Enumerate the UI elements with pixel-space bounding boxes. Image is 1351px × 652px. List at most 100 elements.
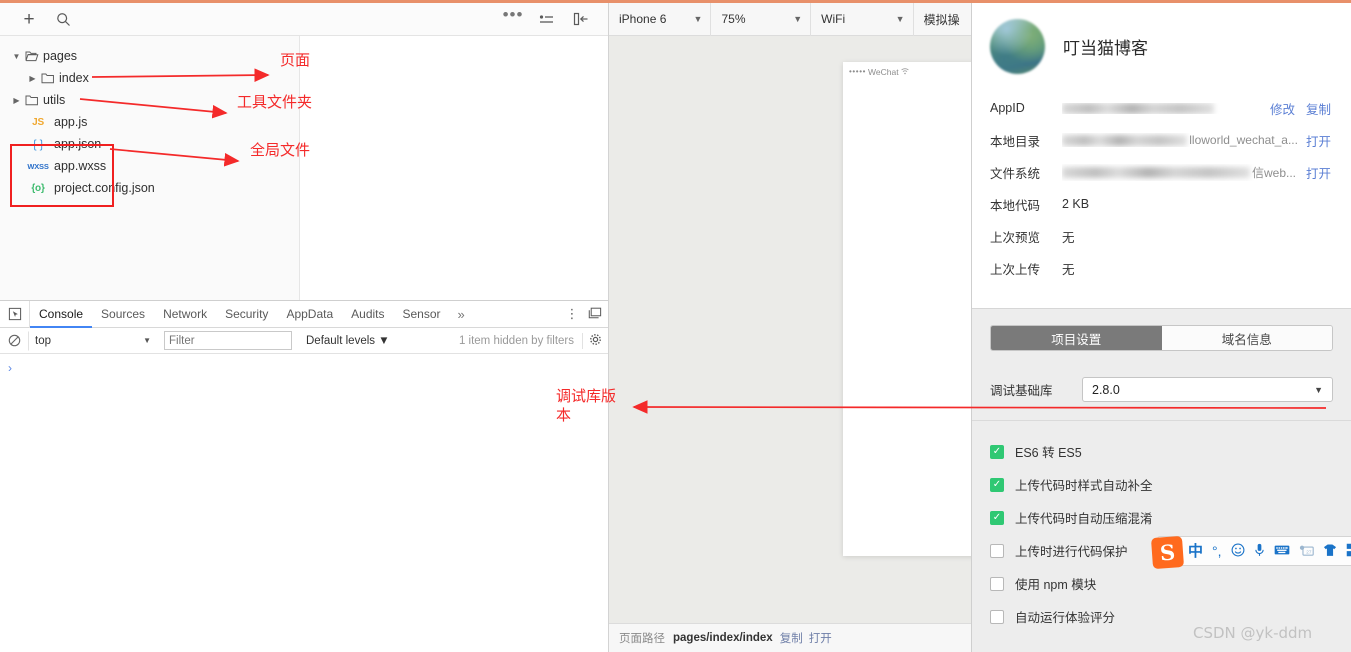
device-select[interactable]: iPhone 6 ▼ xyxy=(609,2,712,36)
checkbox-unchecked-icon[interactable] xyxy=(990,609,1004,624)
zoom-select-value: 75% xyxy=(721,12,746,26)
js-file-icon: JS xyxy=(32,116,44,128)
redacted-value xyxy=(1062,166,1250,178)
settings-segmented-control: 项目设置 域名信息 xyxy=(990,325,1333,351)
ellipsis-icon[interactable]: ••• xyxy=(496,3,530,36)
option-autocomplete-style[interactable]: ✓ 上传代码时样式自动补全 xyxy=(990,468,1333,501)
sort-list-icon[interactable] xyxy=(530,3,564,36)
option-use-npm[interactable]: 使用 npm 模块 xyxy=(990,567,1333,600)
console-levels-dropdown[interactable]: Default levels ▼ xyxy=(306,335,390,347)
sogou-logo-icon[interactable]: S xyxy=(1150,535,1185,570)
sogou-ime-toolbar[interactable]: S 中 °, 27 xyxy=(1150,535,1351,570)
info-row-last-preview: 上次预览 无 xyxy=(990,220,1331,252)
info-row-local-dir: 本地目录 lloworld_wechat_a... 打开 xyxy=(990,124,1331,156)
tree-item-label: pages xyxy=(43,49,78,63)
debug-library-select[interactable]: 2.8.0 ▼ xyxy=(1082,377,1333,402)
device-select-value: iPhone 6 xyxy=(619,12,667,26)
dock-panel-icon[interactable] xyxy=(582,307,608,322)
tree-item-app-wxss[interactable]: WXSS app.wxss xyxy=(0,155,299,177)
console-context-select[interactable]: top ▼ xyxy=(28,330,158,351)
tree-item-label: index xyxy=(59,71,89,85)
tree-item-app-json[interactable]: { } app.json xyxy=(0,133,299,155)
info-label: AppID xyxy=(990,101,1025,115)
project-info-table: AppID 修改 复制 本地目录 lloworld_wechat_a... 打开… xyxy=(990,92,1331,284)
caret-right-icon[interactable]: ▶ xyxy=(10,96,23,105)
tab-project-settings[interactable]: 项目设置 xyxy=(991,326,1162,350)
console-filter-input[interactable] xyxy=(164,331,292,350)
checkbox-checked-icon[interactable]: ✓ xyxy=(990,510,1004,525)
checkbox-unchecked-icon[interactable] xyxy=(990,576,1004,591)
option-label: 上传代码时样式自动补全 xyxy=(1015,479,1153,493)
zoom-select[interactable]: 75% ▼ xyxy=(711,2,812,36)
tree-item-label: app.wxss xyxy=(54,159,107,173)
keyboard-icon[interactable] xyxy=(1274,544,1290,558)
info-value: lloworld_wechat_a... xyxy=(1062,133,1298,147)
signal-dots-icon: ••••• xyxy=(849,67,867,76)
tree-item-label: utils xyxy=(43,93,66,107)
appid-copy-link[interactable]: 复制 xyxy=(1306,99,1331,118)
skin-shirt-icon[interactable] xyxy=(1323,543,1337,559)
page-path-label: 页面路径 xyxy=(619,633,665,645)
option-label: 自动运行体验评分 xyxy=(1015,611,1116,625)
tab-domain-info[interactable]: 域名信息 xyxy=(1161,326,1332,350)
tab-network[interactable]: Network xyxy=(154,301,216,328)
appid-edit-link[interactable]: 修改 xyxy=(1270,99,1295,118)
inspect-element-icon[interactable] xyxy=(0,300,30,328)
project-avatar xyxy=(990,19,1045,74)
tab-appdata[interactable]: AppData xyxy=(277,301,342,328)
console-output-area[interactable]: › xyxy=(0,354,608,652)
wxss-file-icon: WXSS xyxy=(27,161,49,171)
tree-item-label: project.config.json xyxy=(54,181,155,195)
option-es6-to-es5[interactable]: ✓ ES6 转 ES5 xyxy=(990,435,1333,468)
csdn-watermark: CSDN @yk-ddm xyxy=(1193,624,1313,642)
tree-item-index[interactable]: ▶ index xyxy=(0,67,299,89)
search-icon[interactable] xyxy=(46,3,80,36)
info-label: 上次上传 xyxy=(990,262,1041,277)
calendar-icon[interactable]: 27 xyxy=(1299,544,1314,559)
emoji-icon[interactable] xyxy=(1231,543,1245,559)
toolbox-grid-icon[interactable] xyxy=(1346,543,1351,559)
tab-sensor[interactable]: Sensor xyxy=(394,301,450,328)
microphone-icon[interactable] xyxy=(1254,543,1265,559)
tab-audits[interactable]: Audits xyxy=(342,301,393,328)
caret-right-icon[interactable]: ▶ xyxy=(26,74,39,83)
tab-sources[interactable]: Sources xyxy=(92,301,154,328)
project-title: 叮当猫博客 xyxy=(1063,39,1148,58)
page-path-open-link[interactable]: 打开 xyxy=(809,630,832,646)
tab-security[interactable]: Security xyxy=(216,301,277,328)
tree-item-pages[interactable]: ▼ pages xyxy=(0,45,299,67)
more-vertical-icon[interactable]: ⋮ xyxy=(562,306,582,322)
checkbox-unchecked-icon[interactable] xyxy=(990,543,1004,558)
checkbox-checked-icon[interactable]: ✓ xyxy=(990,444,1004,459)
tree-item-utils[interactable]: ▶ utils xyxy=(0,89,299,111)
svg-text:27: 27 xyxy=(1306,549,1312,554)
tree-item-project-config[interactable]: {o} project.config.json xyxy=(0,177,299,199)
info-value: 无 xyxy=(1062,262,1075,277)
collapse-panel-icon[interactable] xyxy=(564,3,598,36)
tab-console[interactable]: Console xyxy=(30,301,93,328)
more-tabs-icon[interactable]: » xyxy=(450,307,473,322)
simulate-action-select[interactable]: 模拟操 xyxy=(914,3,971,36)
file-tree[interactable]: ▼ pages ▶ index ▶ utils JS app.js {} ap… xyxy=(0,36,300,300)
info-label: 本地目录 xyxy=(990,134,1041,149)
info-value-tail: lloworld_wechat_a... xyxy=(1189,133,1298,147)
caret-down-icon[interactable]: ▼ xyxy=(10,52,23,61)
punctuation-icon[interactable]: °, xyxy=(1212,544,1222,558)
info-value: 无 xyxy=(1062,230,1075,245)
tree-item-app-js[interactable]: JS app.js xyxy=(0,111,299,133)
filesystem-open-link[interactable]: 打开 xyxy=(1306,163,1331,182)
option-minify-upload[interactable]: ✓ 上传代码时自动压缩混淆 xyxy=(990,501,1333,534)
info-row-filesystem: 文件系统 信web... 打开 xyxy=(990,156,1331,188)
network-select[interactable]: WiFi ▼ xyxy=(811,2,914,36)
plus-icon[interactable]: + xyxy=(12,3,46,36)
page-path-copy-link[interactable]: 复制 xyxy=(780,630,803,646)
debug-library-label: 调试基础库 xyxy=(990,384,1053,398)
clear-console-icon[interactable] xyxy=(0,334,28,347)
info-value: 信web... xyxy=(1062,164,1298,181)
local-dir-open-link[interactable]: 打开 xyxy=(1306,131,1331,150)
page-path-value: pages/index/index xyxy=(673,632,773,644)
checkbox-checked-icon[interactable]: ✓ xyxy=(990,477,1004,492)
gear-icon[interactable] xyxy=(582,332,608,349)
console-hidden-notice: 1 item hidden by filters xyxy=(458,334,574,347)
language-toggle-icon[interactable]: 中 xyxy=(1188,544,1203,559)
